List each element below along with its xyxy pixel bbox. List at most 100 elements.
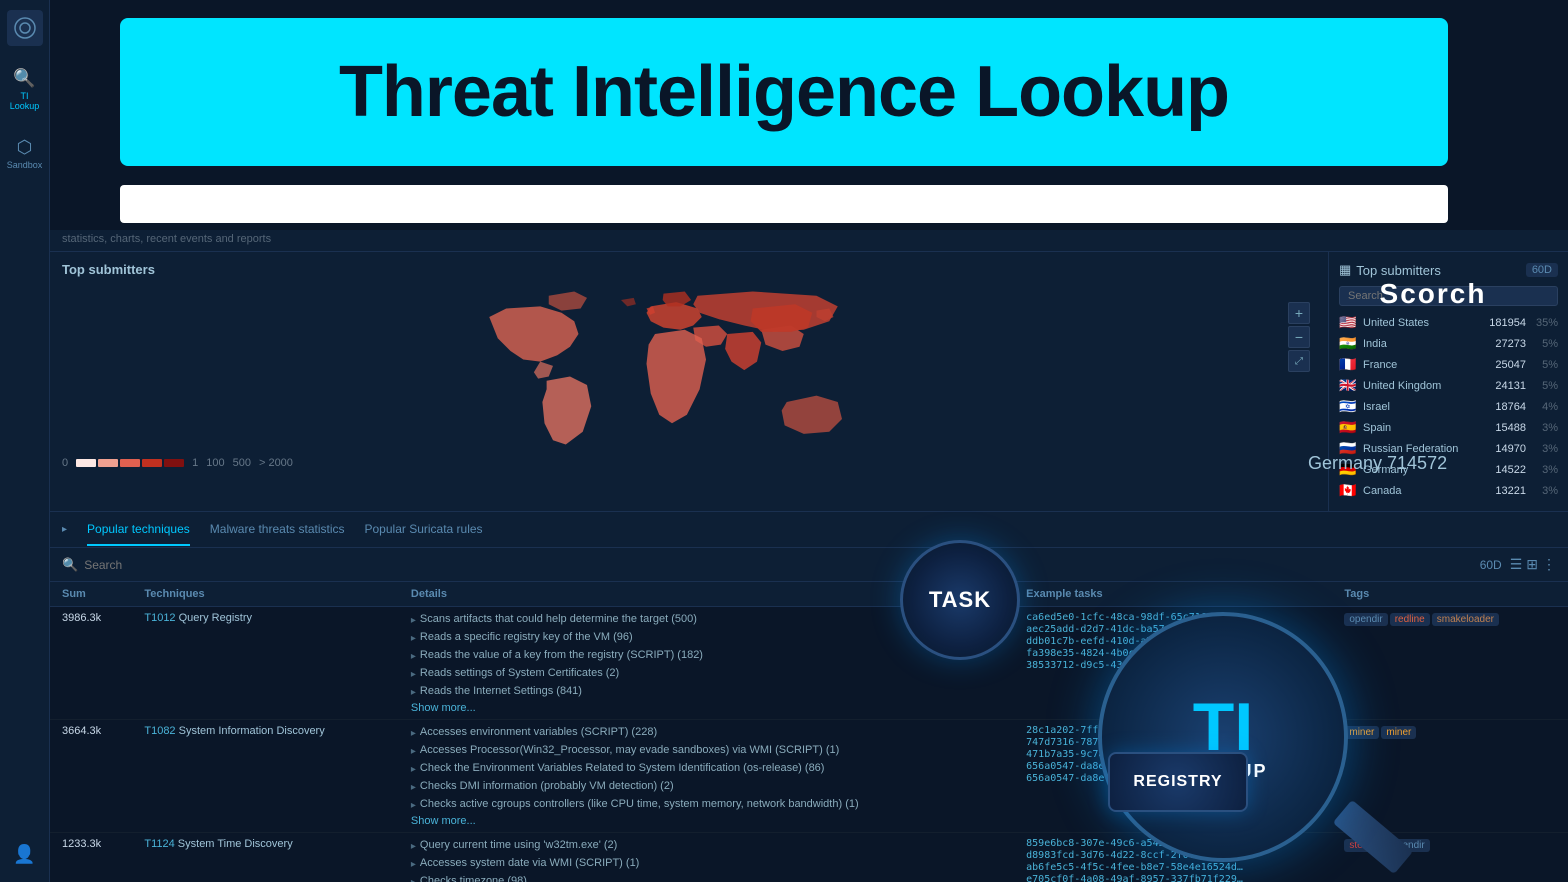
cell-technique: T1124 System Time Discovery	[132, 833, 399, 882]
detail-item: ▸ Accesses system date via WMI (SCRIPT) …	[411, 856, 1002, 872]
table-row: 1233.3k T1124 System Time Discovery ▸ Qu…	[50, 833, 1568, 882]
country-pct: 5%	[1532, 359, 1558, 371]
technique-id-link[interactable]: T1012	[144, 612, 175, 624]
tag-badge: smakeloader	[1432, 613, 1499, 626]
country-name: France	[1363, 359, 1478, 371]
time-filter-badge[interactable]: 60D	[1480, 558, 1502, 572]
submitters-header: ▦ Top submitters 60D	[1339, 262, 1558, 278]
detail-item: ▸ Accesses Processor(Win32_Processor, ma…	[411, 743, 1002, 759]
country-name: Canada	[1363, 485, 1478, 497]
country-row: 🇺🇸 United States 181954 35%	[1339, 312, 1558, 333]
submitters-title: ▦ Top submitters	[1339, 262, 1441, 278]
country-name: Spain	[1363, 422, 1478, 434]
list-view-button[interactable]: ☰	[1510, 556, 1523, 573]
technique-id-link[interactable]: T1124	[144, 838, 174, 850]
sandbox-icon: ⬡	[17, 137, 33, 158]
show-more-link[interactable]: Show more...	[411, 815, 476, 827]
country-pct: 4%	[1532, 401, 1558, 413]
country-pct: 3%	[1532, 485, 1558, 497]
sidebar: 🔍 TI Lookup ⬡ Sandbox 👤	[0, 0, 50, 882]
detail-item: ▸ Reads settings of System Certificates …	[411, 666, 1002, 682]
subtitle-bar: statistics, charts, recent events and re…	[50, 230, 1568, 252]
tab-suricata-rules[interactable]: Popular Suricata rules	[365, 514, 483, 546]
cell-technique: T1082 System Information Discovery	[132, 720, 399, 833]
sidebar-item-ti-lookup[interactable]: 🔍 TI Lookup	[5, 62, 45, 118]
detail-item: ▸ Checks timezone (98)	[411, 874, 1002, 882]
zoom-out-button[interactable]: −	[1288, 326, 1310, 348]
cell-sum: 3664.3k	[50, 720, 132, 833]
col-tags: Tags	[1332, 582, 1568, 607]
col-sum: Sum	[50, 582, 132, 607]
technique-name: Query Registry	[179, 612, 252, 624]
table-search-container: 🔍	[62, 557, 1470, 573]
cell-details: ▸ Accesses environment variables (SCRIPT…	[399, 720, 1014, 833]
country-flag: 🇪🇸	[1339, 419, 1357, 436]
scorch-overlay: Scorch	[1298, 278, 1568, 310]
main-content: statistics, charts, recent events and re…	[50, 230, 1568, 882]
country-count: 18764	[1484, 401, 1526, 413]
country-row: 🇨🇦 Canada 13221 3%	[1339, 480, 1558, 501]
country-name: Israel	[1363, 401, 1478, 413]
country-row: 🇫🇷 France 25047 5%	[1339, 354, 1558, 375]
search-bar-container	[120, 185, 1448, 223]
tag-badge: miner	[1381, 726, 1416, 739]
legend-2000: > 2000	[259, 457, 293, 469]
legend-500: 500	[233, 457, 251, 469]
detail-item: ▸ Check the Environment Variables Relate…	[411, 761, 1002, 777]
cell-sum: 3986.3k	[50, 607, 132, 720]
grid-view-button[interactable]: ⊞	[1526, 556, 1538, 573]
table-search-input[interactable]	[84, 558, 1470, 572]
col-example-tasks: Example tasks	[1014, 582, 1332, 607]
tab-malware-threats[interactable]: Malware threats statistics	[210, 514, 345, 546]
tab-popular-techniques[interactable]: Popular techniques	[87, 514, 190, 546]
technique-name: System Information Discovery	[179, 725, 325, 737]
detail-item: ▸ Query current time using 'w32tm.exe' (…	[411, 838, 1002, 854]
world-map	[62, 283, 1316, 453]
tab-arrow: ▸	[62, 524, 67, 535]
show-more-link[interactable]: Show more...	[411, 702, 476, 714]
country-count: 24131	[1484, 380, 1526, 392]
country-count: 27273	[1484, 338, 1526, 350]
country-count: 15488	[1484, 422, 1526, 434]
sidebar-item-user[interactable]: 👤	[5, 826, 45, 882]
detail-item: ▸ Checks DMI information (probably VM de…	[411, 779, 1002, 795]
country-count: 181954	[1484, 317, 1526, 329]
sidebar-item-label: TI Lookup	[9, 92, 41, 112]
time-badge[interactable]: 60D	[1526, 263, 1558, 277]
detail-item: ▸ Accesses environment variables (SCRIPT…	[411, 725, 1002, 741]
country-name: United Kingdom	[1363, 380, 1478, 392]
example-hash-link[interactable]: ab6fe5c5-4f5c-4fee-b8e7-58e4e16524d8...	[1026, 862, 1246, 873]
sidebar-item-sandbox[interactable]: ⬡ Sandbox	[5, 126, 45, 182]
map-legend: 0 1 100 500 > 2000	[62, 457, 1316, 469]
bar-chart-icon: ▦	[1339, 262, 1351, 278]
zoom-fit-button[interactable]: ⤢	[1288, 350, 1310, 372]
country-row: 🇬🇧 United Kingdom 24131 5%	[1339, 375, 1558, 396]
cell-sum: 1233.3k	[50, 833, 132, 882]
overlay-registry: REGISTRY	[1108, 752, 1248, 812]
country-flag: 🇺🇸	[1339, 314, 1357, 331]
detail-item: ▸ Reads the Internet Settings (841)	[411, 684, 1002, 700]
country-row: 🇪🇸 Spain 15488 3%	[1339, 417, 1558, 438]
technique-id-link[interactable]: T1082	[144, 725, 175, 737]
legend-0: 0	[62, 457, 68, 469]
country-name: India	[1363, 338, 1478, 350]
subtitle-text: statistics, charts, recent events and re…	[62, 233, 271, 245]
technique-name: System Time Discovery	[178, 838, 293, 850]
legend-100: 100	[206, 457, 224, 469]
example-hash-link[interactable]: e705cf0f-4a08-49af-8957-337fb71f229f...	[1026, 874, 1246, 882]
overlay-ti-text: TI	[1193, 693, 1253, 761]
legend-1: 1	[192, 457, 198, 469]
main-search-input[interactable]	[120, 185, 1448, 223]
col-techniques: Techniques	[132, 582, 399, 607]
more-options-button[interactable]: ⋮	[1542, 556, 1556, 573]
map-zoom-controls: + − ⤢	[1288, 302, 1310, 372]
detail-item: ▸ Checks active cgroups controllers (lik…	[411, 797, 1002, 813]
country-count: 13221	[1484, 485, 1526, 497]
country-flag: 🇫🇷	[1339, 356, 1357, 373]
hero-title: Threat Intelligence Lookup	[339, 51, 1229, 133]
country-flag: 🇮🇳	[1339, 335, 1357, 352]
user-icon: 👤	[13, 844, 35, 865]
map-title: Top submitters	[62, 262, 1316, 277]
cell-tags: opendirredlinesmakeloader	[1332, 607, 1568, 720]
overlay-registry-text: REGISTRY	[1133, 773, 1222, 791]
